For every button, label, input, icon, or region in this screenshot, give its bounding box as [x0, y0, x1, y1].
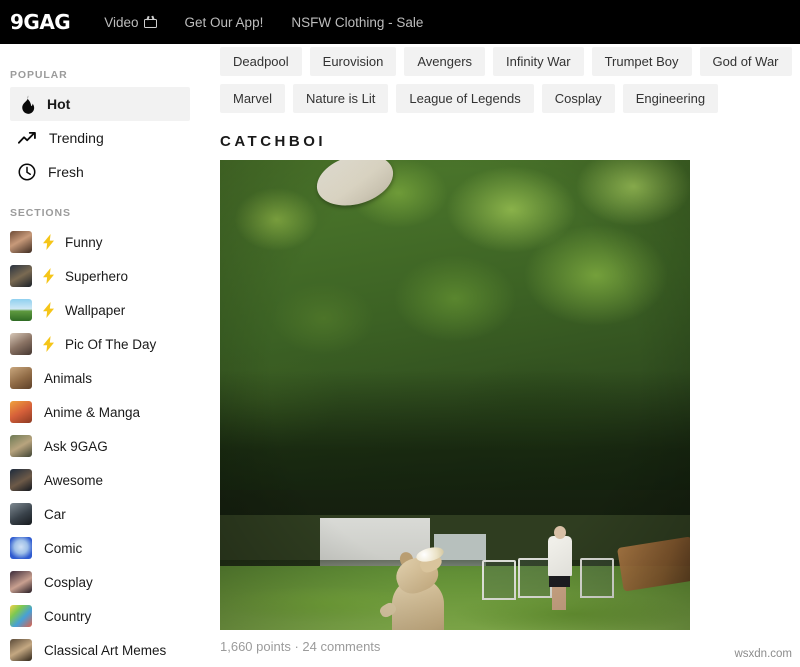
sidebar-label-pic-of-the-day: Pic Of The Day: [65, 336, 157, 352]
tag-deadpool[interactable]: Deadpool: [220, 47, 302, 76]
lightning-bolt-icon: [43, 302, 54, 318]
sidebar-item-pic-of-the-day[interactable]: Pic Of The Day: [0, 327, 200, 361]
section-thumbnail: [10, 333, 32, 355]
sidebar-label-funny: Funny: [65, 234, 103, 250]
tag-eurovision[interactable]: Eurovision: [309, 47, 397, 76]
section-thumbnail: [10, 401, 32, 423]
sidebar-label-hot: Hot: [47, 96, 71, 112]
tag-marvel[interactable]: Marvel: [220, 84, 286, 113]
sidebar-item-funny[interactable]: Funny: [0, 225, 200, 259]
sidebar-item-fresh[interactable]: Fresh: [10, 155, 190, 189]
nav-link-get-our-app[interactable]: Get Our App!: [185, 15, 264, 30]
sidebar-label-comic: Comic: [44, 540, 83, 556]
tag-nature-is-lit[interactable]: Nature is Lit: [293, 84, 389, 113]
lightning-bolt-icon: [43, 336, 54, 352]
sidebar-heading-sections: SECTIONS: [10, 207, 71, 219]
sidebar-label-cosplay: Cosplay: [44, 574, 93, 590]
sidebar-item-superhero[interactable]: Superhero: [0, 259, 200, 293]
tv-icon: [143, 15, 157, 28]
post-title[interactable]: CATCHBOI: [220, 133, 800, 150]
section-thumbnail: [10, 469, 32, 491]
section-thumbnail: [10, 367, 32, 389]
sidebar-label-trending: Trending: [49, 130, 104, 146]
tag-row-1: Deadpool Eurovision Avengers Infinity Wa…: [220, 44, 800, 76]
sidebar-label-ask-9gag: Ask 9GAG: [44, 438, 108, 454]
tag-infinity-war[interactable]: Infinity War: [493, 47, 584, 76]
nav-link-nsfw-clothing-sale[interactable]: NSFW Clothing - Sale: [291, 15, 423, 30]
sidebar-item-awesome[interactable]: Awesome: [0, 463, 200, 497]
watermark: wsxdn.com: [734, 648, 792, 660]
sidebar-item-classical-art-memes[interactable]: Classical Art Memes: [0, 633, 200, 667]
tag-bar: Deadpool Eurovision Avengers Infinity Wa…: [200, 44, 800, 113]
sidebar-item-country[interactable]: Country: [0, 599, 200, 633]
sidebar-label-country: Country: [44, 608, 92, 624]
site-logo[interactable]: 9GAG: [10, 10, 71, 34]
media-vignette: [220, 160, 690, 630]
sidebar-label-superhero: Superhero: [65, 268, 129, 284]
lightning-bolt-icon: [43, 268, 54, 284]
sidebar-heading-popular: POPULAR: [10, 69, 68, 81]
section-thumbnail: [10, 605, 32, 627]
sidebar-item-cosplay[interactable]: Cosplay: [0, 565, 200, 599]
nav-link-video[interactable]: Video: [104, 14, 157, 30]
section-thumbnail: [10, 639, 32, 661]
main-content: Deadpool Eurovision Avengers Infinity Wa…: [200, 44, 800, 667]
sidebar-label-classical-art-memes: Classical Art Memes: [44, 642, 167, 658]
tag-god-of-war[interactable]: God of War: [699, 47, 792, 76]
sidebar-item-ask-9gag[interactable]: Ask 9GAG: [0, 429, 200, 463]
tag-engineering[interactable]: Engineering: [622, 84, 719, 113]
top-header-bar: 9GAG Video Get Our App! NSFW Clothing - …: [0, 0, 800, 44]
nav-label-nsfw-clothing-sale: NSFW Clothing - Sale: [291, 14, 424, 30]
section-thumbnail: [10, 231, 32, 253]
sidebar-label-car: Car: [44, 506, 66, 522]
tag-row-2: Marvel Nature is Lit League of Legends C…: [220, 84, 800, 113]
sidebar-item-animals[interactable]: Animals: [0, 361, 200, 395]
section-thumbnail: [10, 503, 32, 525]
section-thumbnail: [10, 299, 32, 321]
section-thumbnail: [10, 265, 32, 287]
sidebar-label-anime-and-manga: Anime & Manga: [44, 404, 141, 420]
sidebar-label-awesome: Awesome: [44, 472, 104, 488]
sidebar-item-comic[interactable]: Comic: [0, 531, 200, 565]
post-meta-points-comments: 1,660 points · 24 comments: [220, 639, 381, 654]
sidebar-label-fresh: Fresh: [48, 164, 84, 180]
sidebar-label-animals: Animals: [44, 370, 93, 386]
nav-label-get-our-app: Get Our App!: [184, 14, 264, 30]
section-thumbnail: [10, 571, 32, 593]
sidebar: POPULAR Hot Trending Fresh SECTIONS Funn…: [0, 44, 200, 667]
sidebar-item-wallpaper[interactable]: Wallpaper: [0, 293, 200, 327]
sidebar-item-hot[interactable]: Hot: [10, 87, 190, 121]
nav-label-video: Video: [104, 14, 139, 30]
sidebar-item-anime-and-manga[interactable]: Anime & Manga: [0, 395, 200, 429]
clock-icon: [18, 163, 36, 181]
flame-icon: [22, 94, 35, 114]
section-thumbnail: [10, 435, 32, 457]
sidebar-item-car[interactable]: Car: [0, 497, 200, 531]
lightning-bolt-icon: [43, 234, 54, 250]
trending-arrow-icon: [18, 131, 36, 144]
sidebar-item-trending[interactable]: Trending: [10, 121, 190, 155]
tag-trumpet-boy[interactable]: Trumpet Boy: [591, 47, 692, 76]
tag-league-of-legends[interactable]: League of Legends: [396, 84, 534, 113]
post-media-gif[interactable]: [220, 160, 690, 630]
sidebar-label-wallpaper: Wallpaper: [65, 302, 126, 318]
section-thumbnail: [10, 537, 32, 559]
tag-cosplay[interactable]: Cosplay: [541, 84, 615, 113]
tag-avengers[interactable]: Avengers: [404, 47, 486, 76]
